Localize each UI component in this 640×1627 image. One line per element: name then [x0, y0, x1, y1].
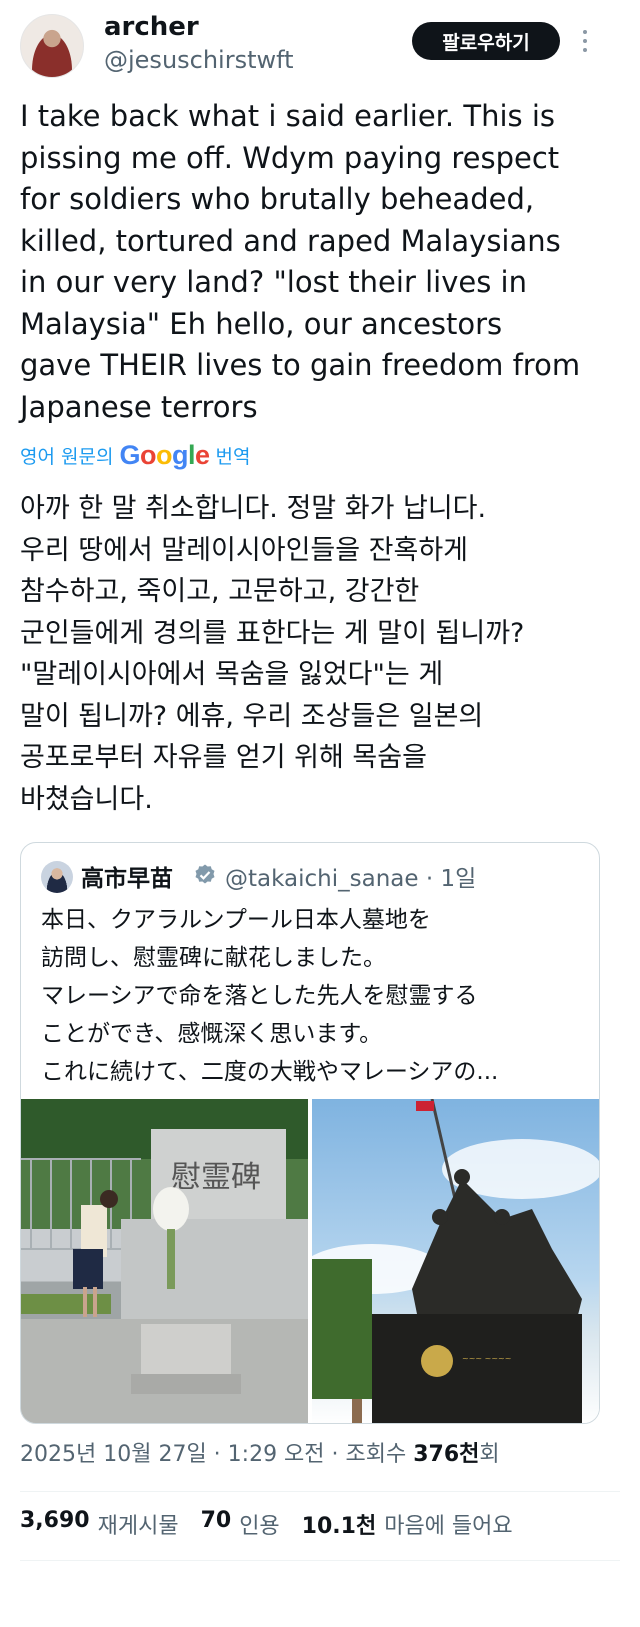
translation-attribution[interactable]: 영어 원문의 Google 번역	[20, 438, 250, 472]
tweet-header: archer @jesuschirstwft 팔로우하기	[0, 0, 640, 90]
quoted-author-name: 高市早苗	[81, 866, 173, 892]
follow-button[interactable]: 팔로우하기	[412, 22, 560, 60]
quotes-stat[interactable]: 70 인용	[201, 1508, 280, 1540]
author-display-name[interactable]: archer	[104, 12, 199, 42]
tweet-text: I take back what i said earlier. This is…	[20, 99, 581, 424]
engagement-stats: 3,690 재게시물 70 인용 10.1천 마음에 들어요	[20, 1508, 527, 1540]
quotes-count: 70	[200, 1508, 232, 1533]
reposts-count: 3,690	[20, 1508, 90, 1533]
translate-prefix: 영어 원문의	[20, 445, 114, 468]
quoted-handle-time: @takaichi_sanae · 1일	[225, 866, 477, 892]
views-suffix: 회	[479, 1442, 500, 1467]
translate-suffix: 번역	[215, 445, 251, 468]
views-count: 376천	[413, 1442, 480, 1467]
likes-label: 마음에 들어요	[384, 1514, 513, 1539]
reposts-stat[interactable]: 3,690 재게시물	[20, 1508, 179, 1540]
tweet-datetime[interactable]: 2025년 10월 27일 · 1:29 오전 · 조회수	[20, 1442, 413, 1467]
verified-badge-icon	[195, 864, 215, 884]
svg-text:~~~ ~~~~: ~~~ ~~~~	[462, 1354, 511, 1363]
quotes-label: 인용	[239, 1514, 280, 1539]
google-logo: Google	[119, 439, 210, 470]
divider	[20, 1491, 620, 1492]
author-avatar[interactable]	[20, 14, 84, 78]
reposts-label: 재게시물	[97, 1514, 179, 1539]
quoted-author-avatar	[41, 861, 73, 893]
more-options-icon[interactable]	[578, 24, 592, 58]
tweet-timestamp-views: 2025년 10월 27일 · 1:29 오전 · 조회수 376천회	[20, 1436, 500, 1468]
author-handle[interactable]: @jesuschirstwft	[104, 46, 294, 74]
divider	[20, 1560, 620, 1561]
quoted-tweet[interactable]: 高市早苗 @takaichi_sanae · 1일 本日、クアラルンプール日本人…	[20, 842, 600, 1424]
photo-memorial-visit[interactable]: 慰霊碑	[21, 1099, 308, 1423]
likes-count: 10.1천	[301, 1514, 377, 1539]
photo-national-monument[interactable]: ~~~ ~~~~	[312, 1099, 599, 1423]
memorial-inscription: 慰霊碑	[171, 1160, 261, 1195]
likes-stat[interactable]: 10.1천 마음에 들어요	[302, 1508, 513, 1540]
translated-text: 아까 한 말 취소합니다. 정말 화가 납니다. 우리 땅에서 말레이시아인들을…	[20, 493, 525, 815]
quoted-text: 本日、クアラルンプール日本人墓地を 訪問し、慰霊碑に献花しました。 マレーシアで…	[41, 907, 499, 1085]
